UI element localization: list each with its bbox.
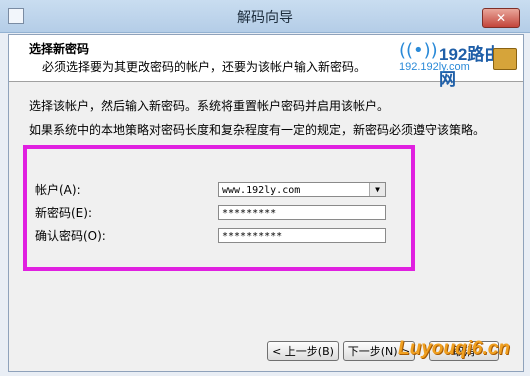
wizard-window: 解码向导 ✕ 选择新密码 必须选择要为其更改密码的帐户，还要为该帐户输入新密码。… [0, 0, 530, 376]
account-select[interactable]: www.192ly.com ▼ [218, 182, 386, 197]
chevron-down-icon[interactable]: ▼ [369, 183, 385, 196]
account-label: 帐户(A): [35, 183, 81, 197]
instruction-line-2: 如果系统中的本地策略对密码长度和复杂程度有一定的规定，新密码必须遵守该策略。 [29, 123, 486, 137]
confirm-password-field[interactable]: ********** [218, 228, 386, 243]
account-value: www.192ly.com [222, 185, 301, 196]
dialog-body: 选择新密码 必须选择要为其更改密码的帐户，还要为该帐户输入新密码。 ((•)) … [8, 34, 524, 372]
header-subtitle: 必须选择要为其更改密码的帐户，还要为该帐户输入新密码。 [42, 60, 367, 74]
title-bar: 解码向导 ✕ [0, 0, 530, 33]
logo-sub-text: 192.192ly.com [399, 61, 470, 73]
window-title: 解码向导 [237, 10, 293, 26]
chest-icon [493, 48, 517, 70]
instruction-line-1: 选择该帐户，然后输入新密码。系统将重置帐户密码并启用该帐户。 [29, 99, 390, 113]
watermark-text: Luyouqi6.cn [398, 338, 510, 359]
confirm-password-label: 确认密码(O): [35, 229, 106, 243]
header-title: 选择新密码 [29, 42, 90, 56]
highlight-box: 帐户(A): www.192ly.com ▼ 新密码(E): *********… [23, 145, 415, 271]
wifi-icon: ((•)) [399, 40, 438, 61]
new-password-label: 新密码(E): [35, 206, 92, 220]
site-logo: ((•)) 192路由网 192.192ly.com [397, 40, 517, 89]
wizard-header: 选择新密码 必须选择要为其更改密码的帐户，还要为该帐户输入新密码。 ((•)) … [9, 35, 523, 89]
close-button[interactable]: ✕ [482, 8, 520, 28]
back-button[interactable]: < 上一步(B) [267, 341, 339, 361]
new-password-field[interactable]: ********* [218, 205, 386, 220]
